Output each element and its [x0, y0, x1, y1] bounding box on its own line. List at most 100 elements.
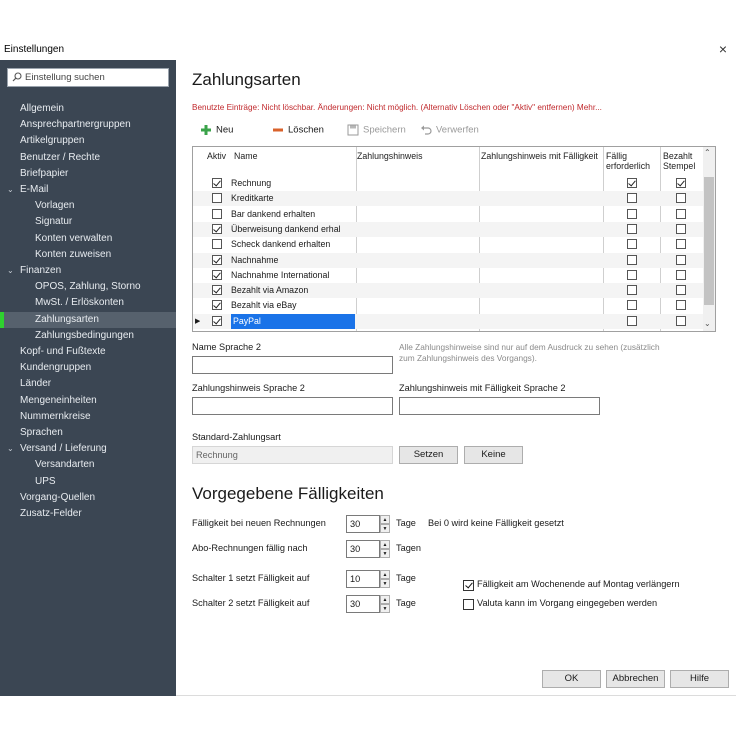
paid-stamp-checkbox[interactable]: [676, 269, 686, 280]
due-required-checkbox[interactable]: [627, 223, 637, 234]
table-row[interactable]: ▶ PayPal: [193, 313, 703, 329]
payment-name[interactable]: PayPal: [231, 313, 355, 329]
col-header-paid-stamp[interactable]: Bezahlt Stempel: [660, 147, 704, 177]
sidebar-item[interactable]: OPOS, Zahlung, Storno: [0, 279, 176, 295]
sidebar-item[interactable]: Konten zuweisen: [0, 247, 176, 263]
notice-text[interactable]: Benutzte Einträge: Nicht löschbar. Änder…: [192, 103, 602, 112]
table-row[interactable]: Rechnung: [193, 176, 703, 191]
col-header-active[interactable]: Aktiv: [204, 147, 232, 177]
paid-stamp-checkbox[interactable]: [676, 254, 686, 265]
hint-due-lang2-input[interactable]: [399, 397, 600, 415]
chevron-down-icon[interactable]: ⌄: [7, 182, 14, 198]
sidebar-item[interactable]: ⌄ Finanzen: [0, 263, 176, 279]
spin-up-icon[interactable]: ▲: [380, 595, 390, 604]
name-lang2-input[interactable]: [192, 356, 393, 374]
due-required-checkbox[interactable]: [627, 178, 637, 188]
spin-down-icon[interactable]: ▼: [380, 549, 390, 558]
sidebar-item[interactable]: UPS: [0, 474, 176, 490]
new-button[interactable]: Neu: [200, 124, 233, 138]
table-row[interactable]: Nachnahme International: [193, 268, 703, 283]
active-checkbox[interactable]: [212, 285, 222, 296]
due-required-checkbox[interactable]: [627, 315, 637, 326]
sidebar-item[interactable]: Kundengruppen: [0, 360, 176, 376]
scroll-up-icon[interactable]: ⌃: [704, 148, 711, 157]
sidebar-item[interactable]: Vorgang-Quellen: [0, 490, 176, 506]
set-button[interactable]: Setzen: [399, 446, 458, 464]
table-row[interactable]: Bezahlt via Amazon: [193, 283, 703, 299]
sidebar-item[interactable]: ⌄ Versand / Lieferung: [0, 441, 176, 457]
active-checkbox[interactable]: [212, 254, 222, 265]
scroll-down-icon[interactable]: ⌄: [704, 319, 711, 328]
table-row[interactable]: Nachnahme: [193, 252, 703, 268]
due-required-checkbox[interactable]: [627, 239, 637, 250]
sidebar-item[interactable]: Zahlungsarten: [0, 311, 176, 328]
active-checkbox[interactable]: [212, 315, 222, 326]
paid-stamp-checkbox[interactable]: [676, 239, 686, 250]
active-checkbox[interactable]: [212, 208, 222, 219]
ok-button[interactable]: OK: [542, 670, 601, 688]
due-required-checkbox[interactable]: [627, 193, 637, 204]
search-input[interactable]: Einstellung suchen: [7, 68, 169, 87]
days-input[interactable]: 30: [346, 595, 380, 613]
spin-up-icon[interactable]: ▲: [380, 515, 390, 524]
payment-name[interactable]: Bar dankend erhalten: [231, 207, 355, 222]
paid-stamp-checkbox[interactable]: [676, 315, 686, 326]
none-button[interactable]: Keine: [464, 446, 523, 464]
active-checkbox[interactable]: [212, 239, 222, 250]
sidebar-item[interactable]: Zahlungsbedingungen: [0, 328, 176, 344]
chevron-down-icon[interactable]: ⌄: [7, 263, 14, 279]
chevron-down-icon[interactable]: ⌄: [7, 441, 14, 457]
close-button[interactable]: ×: [714, 40, 732, 58]
table-row[interactable]: Bar dankend erhalten: [193, 207, 703, 222]
days-input[interactable]: 30: [346, 540, 380, 558]
sidebar-item[interactable]: Sprachen: [0, 425, 176, 441]
payment-name[interactable]: Nachnahme International: [231, 268, 355, 283]
help-button[interactable]: Hilfe: [670, 670, 729, 688]
paid-stamp-checkbox[interactable]: [676, 178, 686, 188]
due-required-checkbox[interactable]: [627, 285, 637, 296]
active-checkbox[interactable]: [212, 269, 222, 280]
paid-stamp-checkbox[interactable]: [676, 223, 686, 234]
col-header-due-required[interactable]: Fällig erforderlich: [603, 147, 659, 177]
paid-stamp-checkbox[interactable]: [676, 193, 686, 204]
payment-name[interactable]: Rechnung: [231, 176, 355, 191]
table-row[interactable]: Bezahlt via eBay: [193, 298, 703, 313]
paid-stamp-checkbox[interactable]: [676, 208, 686, 219]
sidebar-item[interactable]: Nummernkreise: [0, 409, 176, 425]
hint-lang2-input[interactable]: [192, 397, 393, 415]
payment-name[interactable]: Bezahlt via Amazon: [231, 283, 355, 298]
sidebar-item[interactable]: Briefpapier: [0, 166, 176, 182]
table-row[interactable]: Überweisung dankend erhal: [193, 221, 703, 237]
paid-stamp-checkbox[interactable]: [676, 300, 686, 311]
scrollbar-thumb[interactable]: [704, 177, 714, 305]
payment-name[interactable]: Kreditkarte: [231, 191, 355, 206]
valuta-checkbox[interactable]: [463, 599, 474, 610]
table-row[interactable]: Scheck dankend erhalten: [193, 237, 703, 252]
payment-name[interactable]: Scheck dankend erhalten: [231, 237, 355, 252]
sidebar-item[interactable]: MwSt. / Erlöskonten: [0, 295, 176, 311]
col-header-hint[interactable]: Zahlungshinweis: [354, 147, 476, 177]
sidebar-item[interactable]: Ansprechpartnergruppen: [0, 117, 176, 133]
active-checkbox[interactable]: [212, 193, 222, 204]
cancel-button[interactable]: Abbrechen: [606, 670, 665, 688]
payment-name[interactable]: Nachnahme: [231, 253, 355, 268]
active-checkbox[interactable]: [212, 223, 222, 234]
payment-name[interactable]: Bezahlt via eBay: [231, 298, 355, 313]
discard-button[interactable]: Verwerfen: [420, 124, 479, 138]
table-row[interactable]: Kreditkarte: [193, 191, 703, 207]
weekend-checkbox[interactable]: [463, 580, 474, 591]
active-checkbox[interactable]: [212, 300, 222, 311]
due-required-checkbox[interactable]: [627, 254, 637, 265]
sidebar-item[interactable]: Allgemein: [0, 101, 176, 117]
sidebar-item[interactable]: Artikelgruppen: [0, 133, 176, 149]
col-header-hint-due[interactable]: Zahlungshinweis mit Fälligkeit: [478, 147, 598, 177]
due-required-checkbox[interactable]: [627, 269, 637, 280]
sidebar-item[interactable]: Kopf- und Fußtexte: [0, 344, 176, 360]
spin-down-icon[interactable]: ▼: [380, 524, 390, 533]
sidebar-item[interactable]: Signatur: [0, 214, 176, 230]
sidebar-item[interactable]: Zusatz-Felder: [0, 506, 176, 522]
delete-button[interactable]: Löschen: [272, 124, 324, 138]
due-required-checkbox[interactable]: [627, 208, 637, 219]
active-checkbox[interactable]: [212, 178, 222, 188]
sidebar-item[interactable]: Mengeneinheiten: [0, 393, 176, 409]
